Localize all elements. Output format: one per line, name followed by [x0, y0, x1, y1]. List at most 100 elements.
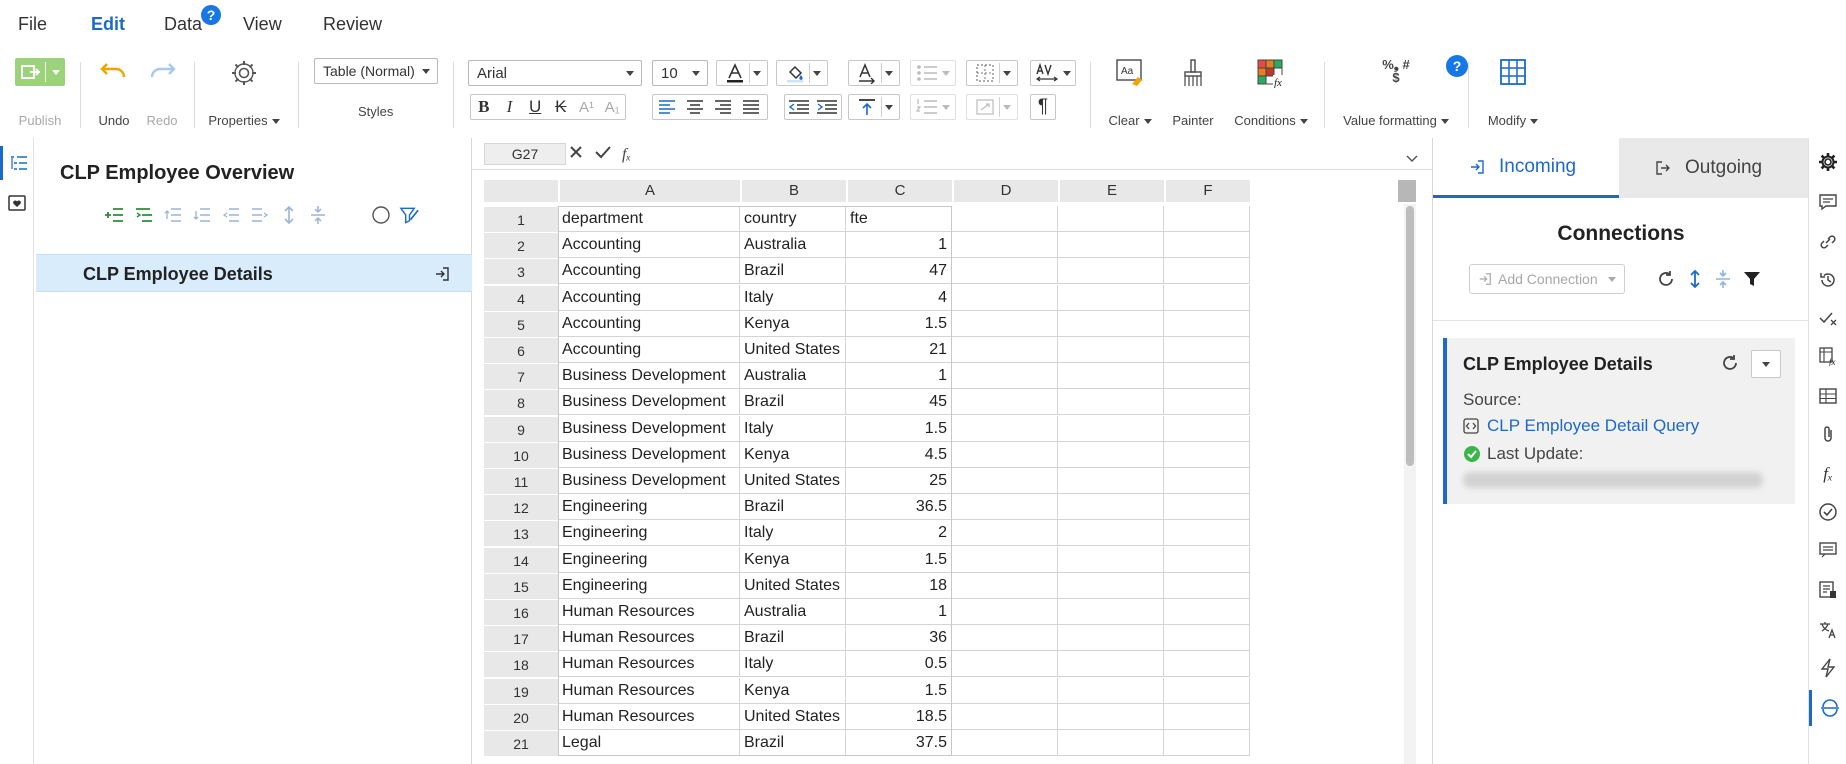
- cell-a12[interactable]: Engineering: [558, 494, 740, 521]
- align-left-icon[interactable]: [659, 100, 675, 114]
- cell-b11[interactable]: United States: [740, 468, 846, 494]
- cell-d3[interactable]: [952, 258, 1058, 285]
- cell-b12[interactable]: Brazil: [740, 494, 846, 521]
- cell-d1[interactable]: [952, 206, 1058, 232]
- cancel-icon[interactable]: [568, 144, 584, 165]
- bullet-list-button[interactable]: [910, 60, 956, 86]
- expand-formula-icon[interactable]: [1406, 150, 1418, 168]
- expand-all-icon[interactable]: [278, 205, 299, 226]
- cell-a20[interactable]: Human Resources: [558, 703, 740, 730]
- cell-d19[interactable]: [952, 677, 1058, 704]
- cell-d9[interactable]: [952, 415, 1058, 442]
- links-button[interactable]: [1809, 224, 1846, 260]
- row-header[interactable]: 15: [484, 572, 558, 599]
- menu-view[interactable]: View: [243, 14, 282, 35]
- row-header[interactable]: 8: [484, 389, 558, 416]
- cell-e8[interactable]: [1058, 389, 1164, 416]
- row-header[interactable]: 2: [484, 232, 558, 259]
- cell-d4[interactable]: [952, 284, 1058, 311]
- cell-d17[interactable]: [952, 625, 1058, 652]
- align-right-icon[interactable]: [715, 100, 731, 114]
- audit-button[interactable]: [1809, 572, 1846, 608]
- cell-a8[interactable]: Business Development: [558, 389, 740, 416]
- expand-all-icon[interactable]: [1687, 269, 1703, 294]
- cell-c17[interactable]: 36: [846, 625, 952, 652]
- row-header[interactable]: 10: [484, 441, 558, 468]
- cell-d21[interactable]: [952, 730, 1058, 756]
- scrollbar-thumb[interactable]: [1406, 206, 1414, 466]
- cell-f17[interactable]: [1164, 625, 1250, 652]
- table-style-select[interactable]: Table (Normal): [314, 58, 438, 84]
- tables-button[interactable]: [1809, 378, 1846, 414]
- clear-button[interactable]: Aa Clear: [1104, 58, 1156, 128]
- cell-d10[interactable]: [952, 441, 1058, 468]
- strikethrough-button[interactable]: K: [548, 97, 574, 117]
- font-size-select[interactable]: 10: [652, 60, 708, 86]
- toggle-circle-icon[interactable]: [370, 205, 391, 226]
- cell-d8[interactable]: [952, 389, 1058, 416]
- cell-d6[interactable]: [952, 337, 1058, 363]
- cell-b18[interactable]: Italy: [740, 651, 846, 678]
- cell-c2[interactable]: 1: [846, 232, 952, 259]
- cell-e19[interactable]: [1058, 677, 1164, 704]
- cell-e12[interactable]: [1058, 494, 1164, 521]
- column-header-f[interactable]: F: [1164, 180, 1250, 202]
- row-header[interactable]: 5: [484, 310, 558, 337]
- properties-button[interactable]: Properties: [204, 58, 284, 128]
- row-header[interactable]: 9: [484, 415, 558, 442]
- cell-c13[interactable]: 2: [846, 520, 952, 547]
- cell-f12[interactable]: [1164, 494, 1250, 521]
- cell-d5[interactable]: [952, 310, 1058, 337]
- row-header[interactable]: 11: [484, 468, 558, 494]
- filter-edit-icon[interactable]: [399, 205, 420, 226]
- cell-e6[interactable]: [1058, 337, 1164, 363]
- cell-f6[interactable]: [1164, 337, 1250, 363]
- source-link[interactable]: CLP Employee Detail Query: [1463, 416, 1699, 436]
- cell-c7[interactable]: 1: [846, 363, 952, 390]
- cell-c21[interactable]: 37.5: [846, 730, 952, 756]
- char-spacing-button[interactable]: [1030, 60, 1076, 86]
- sheet-formula-button[interactable]: fx: [1809, 338, 1846, 374]
- menu-file[interactable]: File: [18, 14, 47, 35]
- cell-f13[interactable]: [1164, 520, 1250, 547]
- column-header-c[interactable]: C: [846, 180, 952, 202]
- cell-b5[interactable]: Kenya: [740, 310, 846, 337]
- vertical-align-button[interactable]: [848, 94, 900, 120]
- outdent-item-icon[interactable]: [220, 205, 241, 226]
- bold-button[interactable]: B: [471, 97, 497, 117]
- cell-c9[interactable]: 1.5: [846, 415, 952, 442]
- vertical-scrollbar[interactable]: [1404, 204, 1416, 764]
- confirm-icon[interactable]: [594, 144, 612, 165]
- modify-button[interactable]: Modify: [1482, 58, 1544, 128]
- cell-a15[interactable]: Engineering: [558, 572, 740, 599]
- add-connection-button[interactable]: Add Connection: [1469, 264, 1625, 294]
- font-name-select[interactable]: Arial: [468, 60, 642, 86]
- cell-b16[interactable]: Australia: [740, 599, 846, 625]
- row-header[interactable]: 6: [484, 337, 558, 363]
- cell-f18[interactable]: [1164, 651, 1250, 678]
- font-color-button[interactable]: [716, 60, 768, 86]
- cell-a3[interactable]: Accounting: [558, 258, 740, 285]
- cell-e3[interactable]: [1058, 258, 1164, 285]
- move-down-level-icon[interactable]: [191, 205, 212, 226]
- cell-b3[interactable]: Brazil: [740, 258, 846, 285]
- cell-f14[interactable]: [1164, 546, 1250, 573]
- row-header[interactable]: 21: [484, 730, 558, 756]
- menu-edit[interactable]: Edit: [91, 14, 125, 35]
- row-header[interactable]: 1: [484, 206, 558, 232]
- outline-view-button[interactable]: [0, 146, 34, 180]
- row-header[interactable]: 12: [484, 494, 558, 521]
- add-sheet-icon[interactable]: [104, 205, 125, 226]
- cell-e10[interactable]: [1058, 441, 1164, 468]
- cell-e17[interactable]: [1058, 625, 1164, 652]
- cell-c16[interactable]: 1: [846, 599, 952, 625]
- cell-b13[interactable]: Italy: [740, 520, 846, 547]
- refresh-connection-icon[interactable]: [1721, 354, 1739, 377]
- collapse-all-icon[interactable]: [1715, 269, 1731, 294]
- cell-b17[interactable]: Brazil: [740, 625, 846, 652]
- column-header-e[interactable]: E: [1058, 180, 1164, 202]
- fill-color-button[interactable]: [776, 60, 828, 86]
- cell-a21[interactable]: Legal: [558, 730, 740, 756]
- add-child-icon[interactable]: [133, 205, 154, 226]
- cell-a6[interactable]: Accounting: [558, 337, 740, 363]
